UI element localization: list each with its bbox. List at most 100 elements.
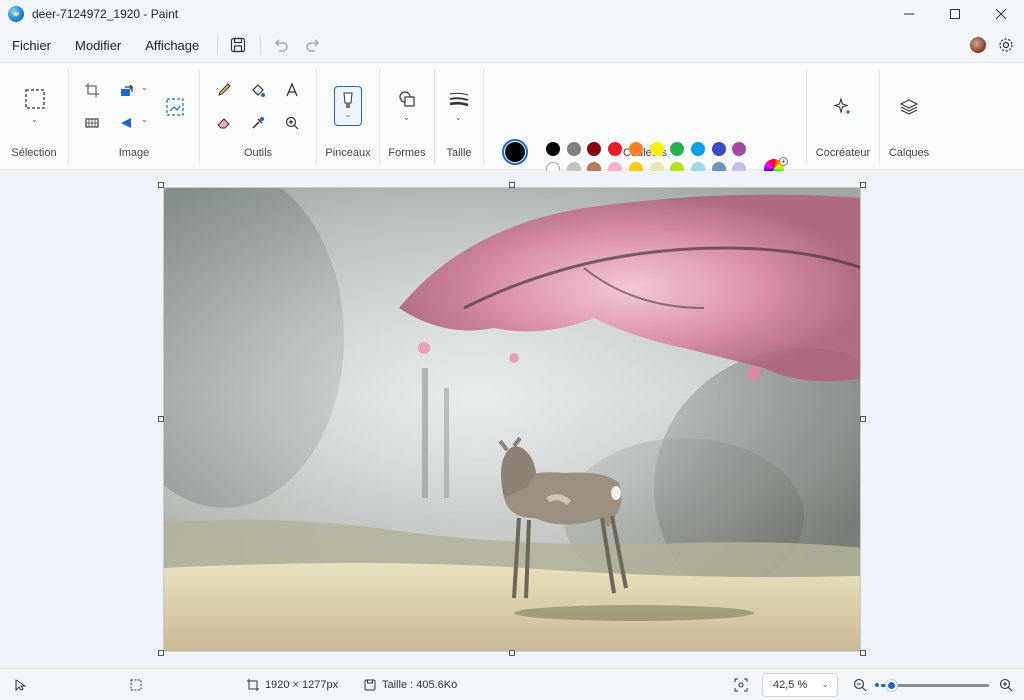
fill-button[interactable] <box>244 76 272 104</box>
resize-handle-bottom[interactable] <box>509 650 515 656</box>
selection-tool-button[interactable] <box>21 85 49 113</box>
zoom-in-button[interactable] <box>999 669 1013 700</box>
save-icon <box>231 37 246 53</box>
chevron-down-icon[interactable]: ⌄ <box>31 115 38 124</box>
group-layers: Calques <box>880 63 938 171</box>
group-cocreator: Cocréateur <box>807 63 879 171</box>
sparkle-icon <box>833 97 851 115</box>
flip-button[interactable] <box>113 109 141 137</box>
crop-button[interactable] <box>78 76 106 104</box>
resize-handle-bottom-left[interactable] <box>158 650 164 656</box>
group-label-size: Taille <box>446 147 472 159</box>
file-size-text: Taille : 405.6Ko <box>382 679 458 691</box>
cursor-icon <box>15 679 26 691</box>
ribbon-toolbar: ⌄ Sélection ⌄ ⌄ Image Outils ⌄ Pinceaux … <box>0 62 1024 197</box>
paint-bucket-icon <box>252 84 265 97</box>
zoom-slider[interactable] <box>881 680 989 691</box>
color-swatch[interactable] <box>546 142 560 156</box>
minimize-button[interactable] <box>886 0 932 28</box>
flip-icon <box>121 118 131 128</box>
close-button[interactable] <box>978 0 1024 28</box>
chevron-down-icon[interactable]: ⌄ <box>141 115 148 124</box>
fit-to-window-button[interactable] <box>734 669 748 700</box>
zoom-in-icon <box>285 116 299 130</box>
chevron-down-icon[interactable]: ⌄ <box>403 113 410 122</box>
group-colors: Couleurs <box>484 63 806 171</box>
eraser-icon <box>217 118 230 129</box>
resize-handle-left[interactable] <box>158 416 164 422</box>
magnifier-button[interactable] <box>278 109 306 137</box>
cursor-position <box>14 669 26 700</box>
maximize-icon <box>950 9 960 19</box>
redo-icon <box>306 39 320 52</box>
group-brushes: ⌄ Pinceaux <box>317 63 379 171</box>
resize-handle-top-left[interactable] <box>158 182 164 188</box>
color-swatch[interactable] <box>690 142 705 156</box>
group-label-shapes: Formes <box>388 147 426 159</box>
crop-icon <box>85 83 99 97</box>
shapes-button[interactable] <box>393 85 421 113</box>
group-label-image: Image <box>118 147 150 159</box>
color-swatch[interactable] <box>566 142 581 156</box>
redo-button[interactable] <box>297 30 329 60</box>
menu-modifier[interactable]: Modifier <box>63 28 133 62</box>
group-label-brushes: Pinceaux <box>325 147 371 159</box>
zoom-slider-thumb[interactable] <box>885 680 897 691</box>
color-swatch[interactable] <box>608 142 623 156</box>
size-button[interactable] <box>445 85 473 113</box>
eyedropper-icon <box>252 117 264 129</box>
group-shapes: ⌄ Formes <box>380 63 434 171</box>
line-width-icon <box>449 92 469 107</box>
title-bar: deer-7124972_1920 - Paint <box>0 0 1024 28</box>
window-title: deer-7124972_1920 - Paint <box>32 7 179 21</box>
zoom-out-button[interactable] <box>853 669 867 700</box>
window-controls <box>886 0 1024 28</box>
chevron-down-icon: ⌄ <box>821 679 829 689</box>
cocreator-button[interactable] <box>829 93 857 121</box>
eraser-button[interactable] <box>210 109 238 137</box>
resize-handle-bottom-right[interactable] <box>860 650 866 656</box>
deer-photo <box>164 188 860 651</box>
zoom-out-icon <box>853 678 867 692</box>
brush-icon <box>343 92 353 108</box>
primary-color-button[interactable] <box>502 139 528 165</box>
layers-button[interactable] <box>895 93 923 121</box>
undo-button[interactable] <box>265 30 297 60</box>
color-swatch[interactable] <box>711 142 726 156</box>
maximize-button[interactable] <box>932 0 978 28</box>
menu-affichage[interactable]: Affichage <box>133 28 211 62</box>
group-selection: ⌄ Sélection <box>0 63 68 171</box>
zoom-in-icon <box>999 678 1013 692</box>
selection-size <box>130 669 142 700</box>
color-picker-button[interactable] <box>244 109 272 137</box>
save-button[interactable] <box>222 30 254 60</box>
close-icon <box>996 9 1006 19</box>
text-button[interactable] <box>278 76 306 104</box>
selection-size-icon <box>130 679 142 691</box>
image-edit-button[interactable] <box>161 93 189 121</box>
chevron-down-icon: ⌄ <box>344 110 352 119</box>
dimensions-icon <box>247 679 259 691</box>
chevron-down-icon[interactable]: ⌄ <box>141 83 148 92</box>
paint-app-icon <box>8 6 24 22</box>
user-avatar[interactable] <box>970 37 986 53</box>
chevron-down-icon[interactable]: ⌄ <box>455 113 462 122</box>
menu-fichier[interactable]: Fichier <box>0 28 63 62</box>
pencil-icon <box>218 83 231 96</box>
pencil-button[interactable] <box>210 76 238 104</box>
color-swatch[interactable] <box>649 142 664 156</box>
menubar-right <box>970 28 1016 62</box>
settings-button[interactable] <box>996 35 1016 55</box>
zoom-select[interactable]: 42,5 % ⌄ <box>762 673 838 697</box>
image-dimensions-text: 1920 × 1277px <box>265 679 339 691</box>
resize-handle-top[interactable] <box>509 182 515 188</box>
background-remove-button[interactable] <box>78 109 106 137</box>
brush-button[interactable]: ⌄ <box>334 86 362 126</box>
status-bar: 1920 × 1277px Taille : 405.6Ko 42,5 % ⌄ <box>0 668 1024 700</box>
resize-handle-right[interactable] <box>860 416 866 422</box>
resize-handle-top-right[interactable] <box>860 182 866 188</box>
group-image: ⌄ ⌄ Image <box>69 63 199 171</box>
resize-button[interactable] <box>113 76 141 104</box>
color-swatch[interactable] <box>628 142 643 156</box>
canvas-image[interactable] <box>163 187 861 652</box>
